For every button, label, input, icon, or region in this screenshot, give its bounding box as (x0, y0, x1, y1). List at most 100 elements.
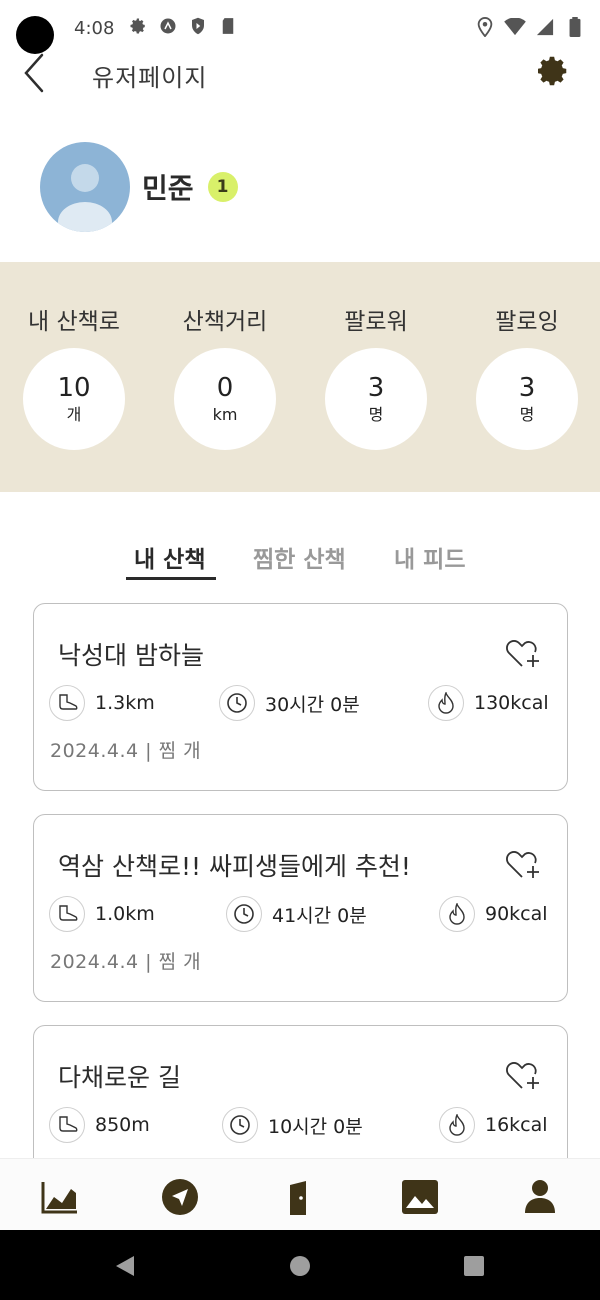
walk-distance-value: 1.3km (95, 692, 155, 714)
status-time: 4:08 (74, 18, 115, 39)
stat-circle: 3 명 (476, 348, 578, 450)
shield-icon (188, 16, 208, 36)
flame-icon (428, 685, 464, 721)
walk-title: 역삼 산책로!! 싸피생들에게 추천! (58, 852, 411, 881)
stat-label: 팔로잉 (495, 309, 559, 335)
camera-cutout (16, 16, 54, 54)
stat-unit: 명 (368, 405, 384, 424)
image-icon (402, 1180, 438, 1214)
walk-calories: 90kcal (439, 895, 548, 933)
system-back-button[interactable] (113, 1254, 137, 1278)
gear-icon (538, 56, 567, 86)
active-tab-indicator (126, 577, 216, 580)
stat-following[interactable]: 팔로잉 3 명 (457, 262, 597, 450)
avatar[interactable] (40, 142, 130, 232)
walk-calories-value: 130kcal (474, 692, 549, 714)
square-recents-icon (464, 1256, 484, 1276)
stat-label: 산책거리 (182, 309, 268, 335)
walk-calories: 16kcal (439, 1106, 548, 1144)
flame-icon (439, 896, 475, 932)
walk-distance-value: 1.0km (95, 903, 155, 925)
heart-plus-icon (506, 640, 539, 667)
stat-walk-distance[interactable]: 산책거리 0 km (155, 262, 295, 450)
walk-card[interactable]: 낙성대 밤하늘 1.3km 30시간 0분 130kcal 2024.4.4 |… (33, 603, 568, 791)
walk-meta: 2024.4.4 | 찜 개 (50, 740, 202, 762)
stat-value: 0 (216, 373, 234, 403)
level-badge: 1 (207, 172, 238, 202)
signal-icon (534, 16, 556, 38)
circle-home-icon (290, 1256, 310, 1276)
walk-duration: 10시간 0분 (222, 1106, 363, 1144)
person-silhouette-icon (58, 164, 112, 232)
profile-header: 민준 1 (40, 142, 238, 232)
nav-statistics[interactable] (40, 1177, 80, 1217)
status-bar: 4:08 (0, 0, 600, 56)
gear-icon (128, 16, 148, 36)
walk-calories-value: 90kcal (485, 903, 548, 925)
stat-unit: 개 (66, 405, 82, 424)
tab-liked-walks[interactable]: 찜한 산책 (253, 540, 346, 574)
stat-label: 내 산책로 (28, 309, 120, 335)
walk-calories: 130kcal (428, 684, 549, 722)
stat-followers[interactable]: 팔로워 3 명 (306, 262, 446, 450)
walk-duration-value: 10시간 0분 (268, 1115, 363, 1138)
shoe-icon (49, 1107, 85, 1143)
system-status-icons (474, 16, 586, 38)
flame-icon (439, 1107, 475, 1143)
settings-button[interactable] (536, 53, 572, 89)
location-icon (474, 16, 496, 38)
tab-bar: 내 산책 찜한 산책 내 피드 (0, 530, 600, 584)
clock-icon (226, 896, 262, 932)
android-app-icon (158, 16, 178, 36)
walk-meta: 2024.4.4 | 찜 개 (50, 951, 202, 973)
heart-plus-icon (506, 1062, 539, 1089)
like-button[interactable] (505, 847, 543, 881)
heart-plus-icon (506, 851, 539, 878)
stat-value: 3 (367, 373, 385, 403)
wifi-icon (504, 16, 526, 38)
back-button[interactable] (16, 50, 52, 96)
sd-card-icon (218, 16, 238, 36)
stats-section: 내 산책로 10 개 산책거리 0 km 팔로워 3 명 팔로잉 3 명 (0, 262, 600, 492)
walk-distance-value: 850m (95, 1114, 150, 1136)
shoe-icon (49, 685, 85, 721)
shoe-icon (49, 896, 85, 932)
notification-icons (128, 16, 238, 36)
like-button[interactable] (505, 1058, 543, 1092)
nav-door[interactable] (280, 1177, 320, 1217)
walk-title: 다채로운 길 (58, 1063, 181, 1092)
nav-gallery[interactable] (400, 1177, 440, 1217)
walk-duration-value: 30시간 0분 (265, 693, 360, 716)
bottom-navigation (0, 1158, 600, 1230)
nav-profile[interactable] (520, 1177, 560, 1217)
clock-icon (222, 1107, 258, 1143)
walk-card[interactable]: 역삼 산책로!! 싸피생들에게 추천! 1.0km 41시간 0분 90kcal… (33, 814, 568, 1002)
door-icon (290, 1181, 306, 1215)
app-bar: 유저페이지 (0, 50, 600, 100)
stat-value: 10 (57, 373, 91, 403)
system-recents-button[interactable] (462, 1254, 486, 1278)
walk-title: 낙성대 밤하늘 (58, 641, 204, 670)
nav-walk[interactable] (160, 1177, 200, 1217)
clock-icon (219, 685, 255, 721)
walk-calories-value: 16kcal (485, 1114, 548, 1136)
walk-distance: 1.3km (49, 684, 155, 722)
stat-label: 팔로워 (344, 309, 408, 335)
stat-unit: km (212, 405, 238, 424)
tab-my-feed[interactable]: 내 피드 (394, 540, 466, 574)
battery-icon (564, 16, 586, 38)
system-navigation-bar (0, 1230, 600, 1300)
tab-my-walks[interactable]: 내 산책 (134, 540, 206, 574)
stat-my-walks[interactable]: 내 산책로 10 개 (4, 262, 144, 450)
like-button[interactable] (505, 636, 543, 670)
stat-value: 3 (518, 373, 536, 403)
walk-duration: 41시간 0분 (226, 895, 367, 933)
triangle-back-icon (116, 1256, 134, 1276)
stat-unit: 명 (519, 405, 535, 424)
chevron-left-icon (24, 53, 44, 93)
person-icon (525, 1180, 555, 1213)
system-home-button[interactable] (288, 1254, 312, 1278)
walk-duration: 30시간 0분 (219, 684, 360, 722)
user-name: 민준 (142, 172, 194, 205)
navigation-arrow-icon (162, 1179, 198, 1215)
